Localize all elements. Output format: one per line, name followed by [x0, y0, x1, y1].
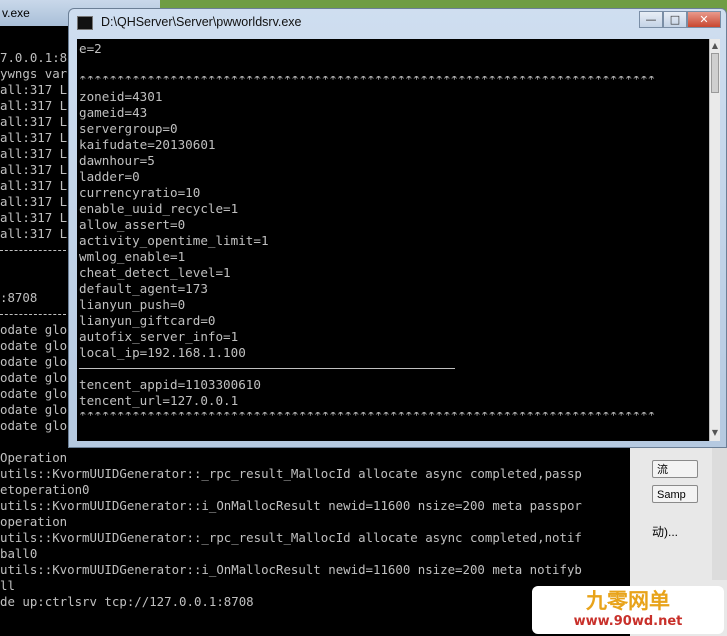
- console-line: currencyratio=10: [79, 185, 201, 200]
- console-line: odate glo: [0, 370, 68, 385]
- flow-button[interactable]: 流: [652, 460, 698, 478]
- console-line: kaifudate=20130601: [79, 137, 216, 152]
- console-output[interactable]: e=2 ************************************…: [77, 39, 709, 441]
- pwworldsrv-window: D:\QHServer\Server\pwworldsrv.exe — □ ✕ …: [68, 8, 727, 448]
- console-line: odate glo: [0, 354, 68, 369]
- watermark-chinese: 九零网单: [586, 589, 670, 613]
- console-line: default_agent=173: [79, 281, 208, 296]
- console-line: ll: [0, 578, 15, 593]
- console-line: odate glo: [0, 402, 68, 417]
- console-line: Operation: [0, 450, 68, 465]
- console-line: local_ip=192.168.1.100: [79, 345, 246, 360]
- console-line: gameid=43: [79, 105, 148, 120]
- console-line: utils::KvormUUIDGenerator::i_OnMallocRes…: [0, 562, 582, 577]
- console-line: :8708: [0, 290, 38, 305]
- panel-text: 动)...: [652, 525, 678, 539]
- minimize-button[interactable]: —: [639, 11, 663, 28]
- console-line: all:317 L: [0, 114, 68, 129]
- console-app-icon: [77, 16, 93, 30]
- console-line: utils::KvormUUIDGenerator::_rpc_result_M…: [0, 466, 582, 481]
- console-line: 7.0.0.1:8: [0, 50, 68, 65]
- separator-line: [0, 250, 66, 251]
- dashed-separator: [79, 368, 455, 369]
- panel-scrollbar[interactable]: [712, 440, 727, 580]
- console-line: wmlog_enable=1: [79, 249, 186, 264]
- scroll-down-arrow-icon[interactable]: ▼: [710, 427, 720, 439]
- console-line: all:317 L: [0, 178, 68, 193]
- console-line: tencent_appid=1103300610: [79, 377, 261, 392]
- maximize-button[interactable]: □: [663, 11, 687, 28]
- console-line: lianyun_giftcard=0: [79, 313, 216, 328]
- console-line: tencent_url=127.0.0.1: [79, 393, 239, 408]
- console-line: all:317 L: [0, 98, 68, 113]
- console-line: allow_assert=0: [79, 217, 186, 232]
- console-line: odate glo: [0, 386, 68, 401]
- samp-button[interactable]: Samp: [652, 485, 698, 503]
- console-scrollbar[interactable]: ▲ ▼: [709, 39, 720, 441]
- console-line: dawnhour=5: [79, 153, 155, 168]
- separator-line: [0, 314, 66, 315]
- console-line: enable_uuid_recycle=1: [79, 201, 239, 216]
- console-line: all:317 L: [0, 146, 68, 161]
- console-line: all:317 L: [0, 210, 68, 225]
- console-line: all:317 L: [0, 130, 68, 145]
- console-line: ball0: [0, 546, 38, 561]
- window-title: D:\QHServer\Server\pwworldsrv.exe: [101, 15, 302, 29]
- console-line: etoperation0: [0, 482, 90, 497]
- console-line: all:317 L: [0, 226, 68, 241]
- console-line: all:317 L: [0, 194, 68, 209]
- console-line: odate glo: [0, 322, 68, 337]
- asterisk-rule: ****************************************…: [79, 76, 655, 82]
- console-line: all:317 L: [0, 162, 68, 177]
- watermark-logo: 九零网单 www.90wd.net: [532, 586, 724, 634]
- console-line: odate glo: [0, 338, 68, 353]
- scroll-up-arrow-icon[interactable]: ▲: [710, 40, 720, 52]
- console-line: utils::KvormUUIDGenerator::i_OnMallocRes…: [0, 498, 582, 513]
- close-button[interactable]: ✕: [687, 11, 721, 28]
- asterisk-rule: ****************************************…: [79, 412, 655, 418]
- scroll-thumb[interactable]: [711, 53, 719, 93]
- watermark-url: www.90wd.net: [573, 614, 683, 629]
- console-line: e=2: [79, 41, 102, 56]
- console-line: autofix_server_info=1: [79, 329, 239, 344]
- console-line: ywngs vars: [0, 66, 75, 81]
- console-line: servergroup=0: [79, 121, 178, 136]
- console-line: all:317 L: [0, 82, 68, 97]
- console-line: operation: [0, 514, 68, 529]
- console-line: de up:ctrlsrv tcp://127.0.0.1:8708: [0, 594, 254, 609]
- console-line: odate glo: [0, 418, 68, 433]
- console-line: utils::KvormUUIDGenerator::_rpc_result_M…: [0, 530, 582, 545]
- console-line: activity_opentime_limit=1: [79, 233, 269, 248]
- console-line: cheat_detect_level=1: [79, 265, 231, 280]
- console-line: lianyun_push=0: [79, 297, 186, 312]
- console-line: zoneid=4301: [79, 89, 163, 104]
- console-line: ladder=0: [79, 169, 140, 184]
